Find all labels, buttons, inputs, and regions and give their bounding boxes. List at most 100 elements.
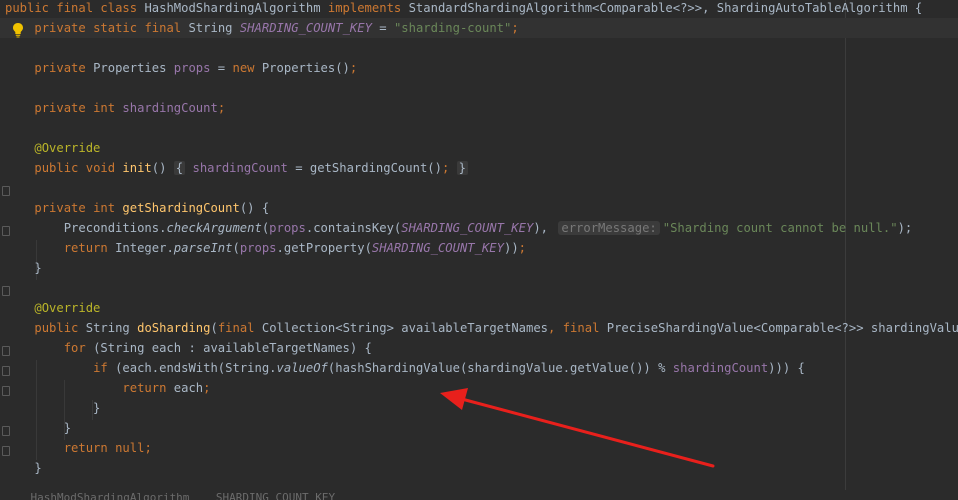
code-line[interactable] xyxy=(0,118,958,138)
code-token: ; xyxy=(217,101,226,115)
code-text: } xyxy=(5,458,42,478)
code-token: ; xyxy=(518,241,527,255)
code-token: void xyxy=(85,161,123,175)
code-token: props xyxy=(239,241,277,255)
code-line[interactable]: return null; xyxy=(0,438,958,458)
code-line[interactable]: } xyxy=(0,418,958,438)
code-token: Properties() xyxy=(261,61,350,75)
code-token: new xyxy=(232,61,262,75)
code-line[interactable]: } xyxy=(0,398,958,418)
code-line[interactable]: public void init() { shardingCount = get… xyxy=(0,158,958,178)
code-token: shardingCount xyxy=(672,361,769,375)
code-token: null xyxy=(115,441,145,455)
code-line[interactable]: @Override xyxy=(0,298,958,318)
code-token: "sharding-count" xyxy=(393,21,512,35)
code-line[interactable]: return each; xyxy=(0,378,958,398)
code-line[interactable]: private Properties props = new Propertie… xyxy=(0,58,958,78)
code-text: return each; xyxy=(5,378,210,398)
code-token: SHARDING_COUNT_KEY xyxy=(239,21,372,35)
code-token: = xyxy=(371,21,394,35)
code-token: return xyxy=(63,241,116,255)
code-token: if xyxy=(93,361,116,375)
code-line[interactable] xyxy=(0,278,958,298)
code-token: int xyxy=(93,201,123,215)
code-line[interactable]: private int shardingCount; xyxy=(0,98,958,118)
code-line[interactable]: @Override xyxy=(0,138,958,158)
code-line[interactable] xyxy=(0,78,958,98)
partial-code-line: HashModShardingAlgorithm SHARDING_COUNT_… xyxy=(0,490,958,500)
code-token: ( xyxy=(210,321,218,335)
code-token: public xyxy=(5,1,57,15)
code-text: } xyxy=(5,398,100,418)
code-token: int xyxy=(93,101,123,115)
code-token: ; xyxy=(203,381,211,395)
code-token: props xyxy=(269,221,306,235)
code-token: private xyxy=(34,201,94,215)
code-token: = xyxy=(210,61,233,75)
code-token: String xyxy=(85,321,138,335)
folded-brace: } xyxy=(456,161,468,175)
code-token: props xyxy=(173,61,211,75)
code-token: .getProperty( xyxy=(276,241,372,255)
code-token: "Sharding count cannot be null." xyxy=(662,221,898,235)
code-line[interactable]: } xyxy=(0,458,958,478)
code-line[interactable] xyxy=(0,38,958,58)
code-token: PreciseShardingValue<Comparable<?>> shar… xyxy=(606,321,958,335)
code-token: SHARDING_COUNT_KEY xyxy=(401,221,534,235)
code-line[interactable] xyxy=(0,178,958,198)
code-text: for (String each : availableTargetNames)… xyxy=(5,338,372,358)
code-token: SHARDING_COUNT_KEY xyxy=(371,241,504,255)
code-text: public String doSharding(final Collectio… xyxy=(5,318,958,338)
code-line[interactable]: return Integer.parseInt(props.getPropert… xyxy=(0,238,958,258)
code-token: } xyxy=(5,261,42,275)
code-text: Preconditions.checkArgument(props.contai… xyxy=(5,218,912,238)
code-token: HashModShardingAlgorithm xyxy=(144,1,328,15)
code-text: } xyxy=(5,258,42,278)
code-token: Preconditions. xyxy=(5,221,167,235)
code-token: (hashShardingValue(shardingValue.getValu… xyxy=(327,361,673,375)
code-text: public final class HashModShardingAlgori… xyxy=(5,0,922,18)
code-text: public void init() { shardingCount = get… xyxy=(5,158,468,178)
code-token: private xyxy=(34,61,94,75)
code-token: for xyxy=(63,341,94,355)
code-token: final xyxy=(217,321,262,335)
code-token: shardingCount xyxy=(192,161,288,175)
code-line[interactable]: private int getShardingCount() { xyxy=(0,198,958,218)
lightbulb-icon[interactable] xyxy=(12,22,24,38)
code-token: getShardingCount xyxy=(122,201,240,215)
code-token: @Override xyxy=(34,141,101,155)
code-token: , xyxy=(548,321,563,335)
code-token: each xyxy=(173,381,204,395)
code-line[interactable]: private static final String SHARDING_COU… xyxy=(0,18,958,38)
code-line[interactable]: for (String each : availableTargetNames)… xyxy=(0,338,958,358)
code-editor[interactable]: public final class HashModShardingAlgori… xyxy=(0,0,958,500)
code-token: final xyxy=(56,1,101,15)
code-token: init xyxy=(122,161,152,175)
code-token: } xyxy=(5,461,42,475)
code-line[interactable]: public String doSharding(final Collectio… xyxy=(0,318,958,338)
code-token: @Override xyxy=(34,301,101,315)
code-text: if (each.endsWith(String.valueOf(hashSha… xyxy=(5,358,805,378)
code-line[interactable]: } xyxy=(0,258,958,278)
code-line[interactable]: Preconditions.checkArgument(props.contai… xyxy=(0,218,958,238)
code-line[interactable]: public final class HashModShardingAlgori… xyxy=(0,0,958,18)
code-line[interactable]: if (each.endsWith(String.valueOf(hashSha… xyxy=(0,358,958,378)
code-token: String xyxy=(188,21,240,35)
code-token: public xyxy=(34,161,86,175)
code-token: ; xyxy=(511,21,519,35)
code-token: Integer. xyxy=(115,241,174,255)
code-text: private int getShardingCount() { xyxy=(5,198,269,218)
code-text: return null; xyxy=(5,438,152,458)
code-token: = getShardingCount() xyxy=(287,161,442,175)
code-token: private xyxy=(34,21,94,35)
